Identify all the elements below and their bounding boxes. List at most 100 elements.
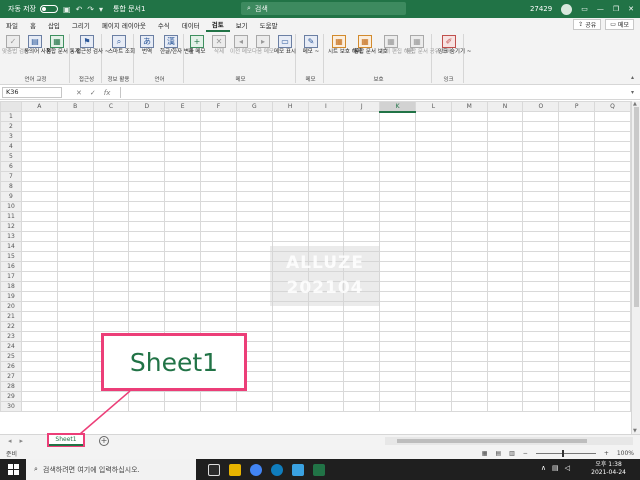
- cell[interactable]: [558, 381, 596, 392]
- cell[interactable]: [128, 111, 166, 122]
- cell[interactable]: [594, 111, 631, 122]
- restore-button[interactable]: ❐: [613, 5, 619, 13]
- cell[interactable]: [164, 291, 202, 302]
- cell[interactable]: [200, 171, 237, 182]
- cell[interactable]: [486, 161, 524, 172]
- cell[interactable]: [343, 351, 381, 362]
- row-header[interactable]: 20: [0, 301, 22, 312]
- cell[interactable]: [522, 131, 560, 142]
- cell[interactable]: [128, 141, 166, 152]
- cell[interactable]: [594, 271, 631, 282]
- cell[interactable]: [414, 341, 452, 352]
- tab-file[interactable]: 파일: [0, 20, 24, 30]
- column-header[interactable]: F: [200, 101, 237, 112]
- cell[interactable]: [200, 161, 237, 172]
- cell[interactable]: [56, 261, 94, 272]
- cell[interactable]: [594, 401, 631, 412]
- cell[interactable]: [414, 321, 452, 332]
- cell[interactable]: [522, 401, 560, 412]
- unshare-workbook-button[interactable]: ▦ 통합 문서 공유 해제: [406, 35, 452, 56]
- cell[interactable]: [379, 251, 416, 262]
- column-header[interactable]: H: [271, 101, 309, 112]
- cell[interactable]: [414, 111, 452, 122]
- cell[interactable]: [307, 311, 345, 322]
- chrome-icon[interactable]: [250, 463, 262, 476]
- cell[interactable]: [379, 181, 416, 192]
- cell[interactable]: [343, 321, 381, 332]
- cell[interactable]: [414, 331, 452, 342]
- cell[interactable]: [92, 321, 130, 332]
- column-header[interactable]: P: [558, 101, 596, 112]
- cell[interactable]: [20, 351, 58, 362]
- cell[interactable]: [414, 301, 452, 312]
- cell[interactable]: [164, 131, 202, 142]
- row-header[interactable]: 17: [0, 271, 22, 282]
- cell[interactable]: [450, 321, 488, 332]
- cell[interactable]: [307, 141, 345, 152]
- cell[interactable]: [271, 371, 309, 382]
- cell[interactable]: [414, 191, 452, 202]
- cell[interactable]: [522, 261, 560, 272]
- cell[interactable]: [20, 401, 58, 412]
- cell[interactable]: [522, 291, 560, 302]
- cell[interactable]: [379, 321, 416, 332]
- cell[interactable]: [200, 121, 237, 132]
- cell[interactable]: [307, 151, 345, 162]
- column-header[interactable]: N: [486, 101, 524, 112]
- cell[interactable]: [128, 151, 166, 162]
- hangul-hanja-button[interactable]: 漢 한글/한자 변환: [160, 35, 194, 56]
- cell[interactable]: [164, 171, 202, 182]
- zoom-slider[interactable]: [535, 449, 596, 457]
- cell[interactable]: [379, 301, 416, 312]
- prev-comment-button[interactable]: ◂ 이전 메모: [230, 35, 252, 56]
- cell[interactable]: [307, 331, 345, 342]
- cell[interactable]: [92, 191, 130, 202]
- cell[interactable]: [379, 131, 416, 142]
- cell[interactable]: [486, 311, 524, 322]
- row-header[interactable]: 3: [0, 131, 22, 142]
- cell[interactable]: [56, 171, 94, 182]
- row-header[interactable]: 5: [0, 151, 22, 162]
- vertical-scrollbar[interactable]: ▲ ▼: [631, 101, 640, 434]
- cell[interactable]: [271, 191, 309, 202]
- cell[interactable]: [522, 271, 560, 282]
- cell[interactable]: [20, 131, 58, 142]
- cell[interactable]: [128, 171, 166, 182]
- cell[interactable]: [307, 221, 345, 232]
- edge-icon[interactable]: [271, 463, 283, 476]
- cell[interactable]: [414, 161, 452, 172]
- cell[interactable]: [594, 171, 631, 182]
- cell[interactable]: [164, 191, 202, 202]
- cell[interactable]: [343, 341, 381, 352]
- cell[interactable]: [92, 261, 130, 272]
- cell[interactable]: [522, 211, 560, 222]
- tab-view[interactable]: 보기: [230, 20, 254, 30]
- column-header[interactable]: J: [343, 101, 381, 112]
- cell[interactable]: [486, 281, 524, 292]
- cell[interactable]: [56, 351, 94, 362]
- cell[interactable]: [92, 121, 130, 132]
- cell[interactable]: [20, 161, 58, 172]
- cell[interactable]: [200, 311, 237, 322]
- cell[interactable]: [20, 361, 58, 372]
- row-header[interactable]: 18: [0, 281, 22, 292]
- zoom-level[interactable]: 100%: [617, 450, 634, 457]
- cell[interactable]: [558, 351, 596, 362]
- redo-icon[interactable]: ↷: [87, 5, 94, 14]
- translate-button[interactable]: あ 번역: [136, 35, 158, 56]
- cell[interactable]: [594, 381, 631, 392]
- cell[interactable]: [343, 371, 381, 382]
- cell[interactable]: [235, 291, 273, 302]
- cell[interactable]: [450, 381, 488, 392]
- tab-insert[interactable]: 삽입: [42, 20, 66, 30]
- show-comments-button[interactable]: ▭ 메모 표시: [274, 35, 296, 56]
- comments-button[interactable]: ▭ 메모: [605, 19, 634, 30]
- cell[interactable]: [307, 171, 345, 182]
- cell[interactable]: [307, 341, 345, 352]
- share-button[interactable]: ⇪ 공유: [573, 19, 602, 30]
- cell[interactable]: [128, 281, 166, 292]
- cell[interactable]: [235, 111, 273, 122]
- cell[interactable]: [92, 171, 130, 182]
- cell[interactable]: [56, 391, 94, 402]
- cell[interactable]: [343, 231, 381, 242]
